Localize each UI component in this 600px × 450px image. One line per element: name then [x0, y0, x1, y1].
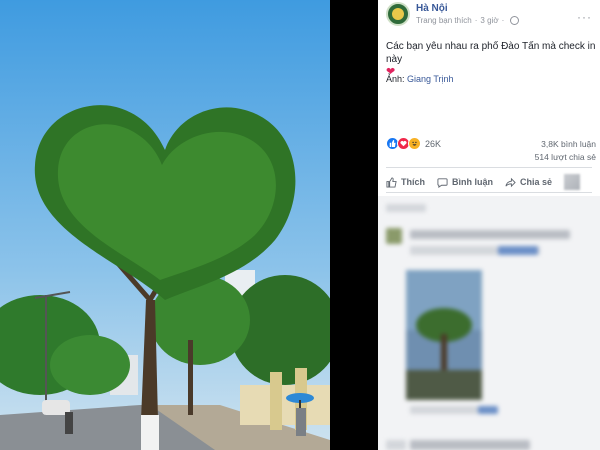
- reactions-summary[interactable]: 26K: [386, 137, 441, 150]
- screen: Hà Nội Trang bạn thích · 3 giờ · ··· Các…: [0, 0, 600, 450]
- page-name-link[interactable]: Hà Nội: [416, 3, 519, 14]
- like-button[interactable]: Thích: [386, 176, 425, 188]
- audience-selector[interactable]: [564, 174, 581, 190]
- share-label: Chia sẻ: [520, 177, 553, 187]
- comment-count[interactable]: 3,8K bình luận: [535, 138, 596, 151]
- divider: [386, 167, 592, 168]
- photo-credit: Ảnh: Giang Trịnh: [386, 74, 454, 84]
- comment-icon: [437, 177, 448, 188]
- caption-text: Các bạn yêu nhau ra phố Đào Tấn mà check…: [386, 41, 596, 65]
- share-button[interactable]: Chia sẻ: [505, 177, 552, 188]
- like-icon: [386, 176, 397, 188]
- blurred-comments-section: [378, 196, 600, 450]
- viewer-backdrop: [330, 0, 378, 450]
- post-photo[interactable]: [0, 0, 330, 450]
- share-icon: [505, 177, 516, 187]
- post-meta: Trang bạn thích · 3 giờ ·: [416, 16, 520, 25]
- page-subtitle: Trang bạn thích: [416, 16, 472, 25]
- credit-prefix: Ảnh:: [386, 74, 405, 84]
- action-bar: Thích Bình luận Chia sẻ: [386, 174, 600, 190]
- post-stats: 3,8K bình luận 514 lượt chia sẻ: [535, 138, 596, 164]
- post-header: Hà Nội Trang bạn thích · 3 giờ ·: [386, 2, 520, 26]
- globe-icon: [510, 16, 520, 25]
- credit-name-link[interactable]: Giang Trịnh: [407, 74, 454, 84]
- haha-icon: [408, 137, 421, 150]
- blurred-photo-thumbnail: [406, 270, 482, 400]
- heart-tree-photo: [0, 0, 330, 450]
- reaction-count[interactable]: 26K: [425, 139, 441, 149]
- post-time[interactable]: 3 giờ: [480, 16, 498, 25]
- comment-label: Bình luận: [452, 177, 493, 187]
- divider: [386, 192, 592, 193]
- post-side-panel: Hà Nội Trang bạn thích · 3 giờ · ··· Các…: [378, 0, 600, 450]
- page-avatar[interactable]: [386, 2, 410, 26]
- share-count[interactable]: 514 lượt chia sẻ: [535, 151, 596, 164]
- comment-button[interactable]: Bình luận: [437, 177, 493, 188]
- meta-separator: ·: [474, 16, 478, 25]
- more-options-icon[interactable]: ···: [577, 10, 592, 24]
- like-label: Thích: [401, 177, 425, 187]
- meta-separator: ·: [501, 16, 505, 25]
